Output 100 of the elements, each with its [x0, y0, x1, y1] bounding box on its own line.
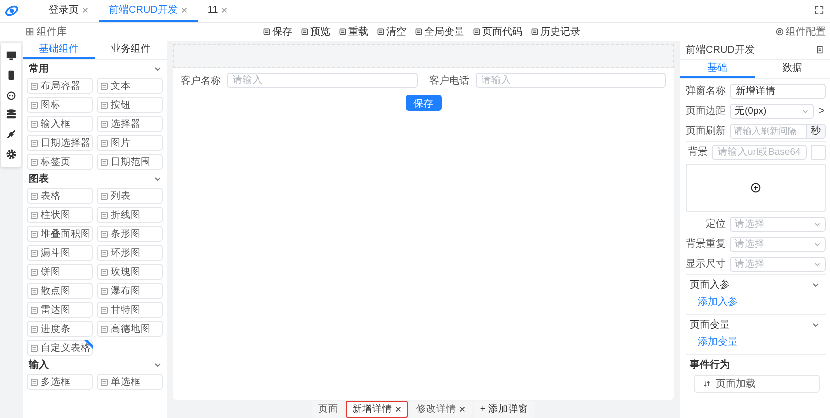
input-field[interactable]: 请输入 — [476, 73, 666, 88]
toolbar-button[interactable]: 全局变量 — [414, 25, 464, 39]
component-item[interactable]: 漏斗图 — [27, 245, 93, 261]
component-item[interactable]: 柱状图 — [27, 207, 93, 223]
fullscreen-icon[interactable] — [815, 6, 824, 15]
caret-icon — [814, 240, 821, 248]
component-item[interactable]: 列表 — [97, 188, 163, 204]
component-item[interactable]: 瀑布图 — [97, 283, 163, 299]
chevron-icon[interactable] — [154, 65, 162, 73]
config-button[interactable]: 组件配置 — [776, 25, 826, 39]
save-button[interactable]: 保存 — [406, 95, 442, 111]
input-field[interactable]: 请输入 — [227, 73, 418, 88]
component-item[interactable]: 日期范围 — [97, 154, 163, 170]
page-tab[interactable]: 修改详情 — [410, 400, 472, 418]
chevron-icon[interactable] — [812, 321, 820, 329]
field-label: 页面刷新 — [686, 124, 726, 138]
chevron-icon[interactable] — [812, 281, 820, 289]
component-item[interactable]: 雷达图 — [27, 302, 93, 318]
refresh-icon — [703, 380, 711, 388]
color-swatch[interactable] — [811, 144, 826, 160]
component-icon — [31, 326, 38, 332]
panel-tab[interactable]: 基础组件 — [23, 41, 95, 59]
component-item[interactable]: 日期选择器 — [27, 135, 93, 151]
component-icon — [101, 326, 108, 332]
component-item[interactable]: 选择器 — [97, 116, 163, 132]
component-item[interactable]: 多选框 — [27, 374, 93, 390]
panel-tab[interactable]: 基础 — [680, 60, 755, 78]
group-title: 常用 — [29, 62, 49, 76]
close-icon[interactable] — [395, 406, 402, 412]
input-field[interactable]: 请输入刷新间隔 秒 — [730, 124, 826, 138]
add-link[interactable]: 添加入参 — [686, 293, 826, 311]
expand-arrow[interactable]: > — [818, 106, 826, 116]
component-item[interactable]: 自定义表格 — [27, 340, 93, 356]
toolbar-button[interactable]: 保存 — [262, 25, 292, 39]
component-item[interactable]: 按钮 — [97, 97, 163, 113]
toolbar-button[interactable]: 预览 — [300, 25, 330, 39]
page-tab[interactable]: 页面 — [312, 400, 344, 418]
component-icon — [101, 140, 108, 146]
component-item[interactable]: 玫瑰图 — [97, 264, 163, 280]
panel-tab[interactable]: 数据 — [755, 60, 830, 78]
component-item[interactable]: 高德地图 — [97, 321, 163, 337]
field-label: 背景 — [687, 146, 708, 159]
field-label: 页面边距 — [686, 104, 726, 118]
database-icon[interactable] — [6, 109, 16, 120]
input-field[interactable]: 请输入url或Base64 — [712, 144, 807, 160]
component-icon — [31, 306, 38, 314]
add-link[interactable]: 添加变量 — [686, 333, 826, 351]
close-icon[interactable] — [459, 406, 466, 412]
panel-tab[interactable]: 业务组件 — [95, 41, 167, 59]
toolbar-button[interactable]: 页面代码 — [472, 25, 522, 39]
component-item[interactable]: 进度条 — [27, 321, 93, 337]
field-label: 背景重复 — [686, 238, 726, 251]
plug-icon[interactable] — [6, 128, 16, 140]
component-item[interactable]: 标签页 — [27, 154, 93, 170]
toolbar-icon — [472, 28, 480, 36]
panel-title: 组件库 — [37, 26, 67, 39]
app-tab[interactable]: 登录页 — [39, 0, 99, 22]
component-item[interactable]: 散点图 — [27, 283, 93, 299]
component-icon — [101, 378, 108, 386]
component-item[interactable]: 条形图 — [97, 226, 163, 242]
toolbar-icon — [376, 28, 384, 36]
component-item[interactable]: 甘特图 — [97, 302, 163, 318]
add-dialog-button[interactable]: + 添加弹窗 — [474, 400, 535, 418]
toolbar-button[interactable]: 重载 — [338, 25, 368, 39]
component-icon — [31, 140, 38, 146]
chevron-icon[interactable] — [154, 175, 162, 183]
event-item[interactable]: 页面加载 — [694, 375, 820, 393]
field-label: 显示尺寸 — [686, 258, 726, 271]
app-tab[interactable]: 11 — [198, 0, 238, 22]
component-item[interactable]: 文本 — [97, 78, 163, 94]
component-icon — [101, 192, 108, 200]
component-item[interactable]: 布局容器 — [27, 78, 93, 94]
component-item[interactable]: 折线图 — [97, 207, 163, 223]
component-item[interactable]: 表格 — [27, 188, 93, 204]
component-item[interactable]: 图标 — [27, 97, 93, 113]
component-icon — [101, 158, 108, 166]
field-label: 客户名称 — [181, 74, 221, 88]
grid-icon — [26, 28, 34, 36]
toolbar-icon — [414, 28, 422, 36]
document-icon[interactable] — [816, 46, 824, 54]
chevron-icon[interactable] — [154, 361, 162, 369]
component-item[interactable]: 环形图 — [97, 245, 163, 261]
component-item[interactable]: 图片 — [97, 135, 163, 151]
settings-icon — [776, 28, 784, 36]
select-field[interactable]: 无(0px) — [730, 104, 814, 118]
toolbar-icon — [530, 28, 538, 36]
component-item[interactable]: 堆叠面积图 — [27, 226, 93, 242]
component-icon — [31, 268, 38, 276]
component-icon — [31, 378, 38, 386]
add-icon[interactable] — [751, 183, 761, 193]
settings-icon[interactable] — [6, 148, 16, 160]
input-field[interactable]: 新增详情 — [730, 84, 826, 98]
page-tab[interactable]: 新增详情 — [346, 400, 408, 418]
component-item[interactable]: 输入框 — [27, 116, 93, 132]
monitor-icon[interactable] — [6, 50, 16, 62]
toolbar-icon — [300, 28, 308, 36]
component-item[interactable]: 饼图 — [27, 264, 93, 280]
toolbar-button[interactable]: 历史记录 — [530, 25, 580, 39]
component-item[interactable]: 单选框 — [97, 374, 163, 390]
toolbar-button[interactable]: 清空 — [376, 25, 406, 39]
